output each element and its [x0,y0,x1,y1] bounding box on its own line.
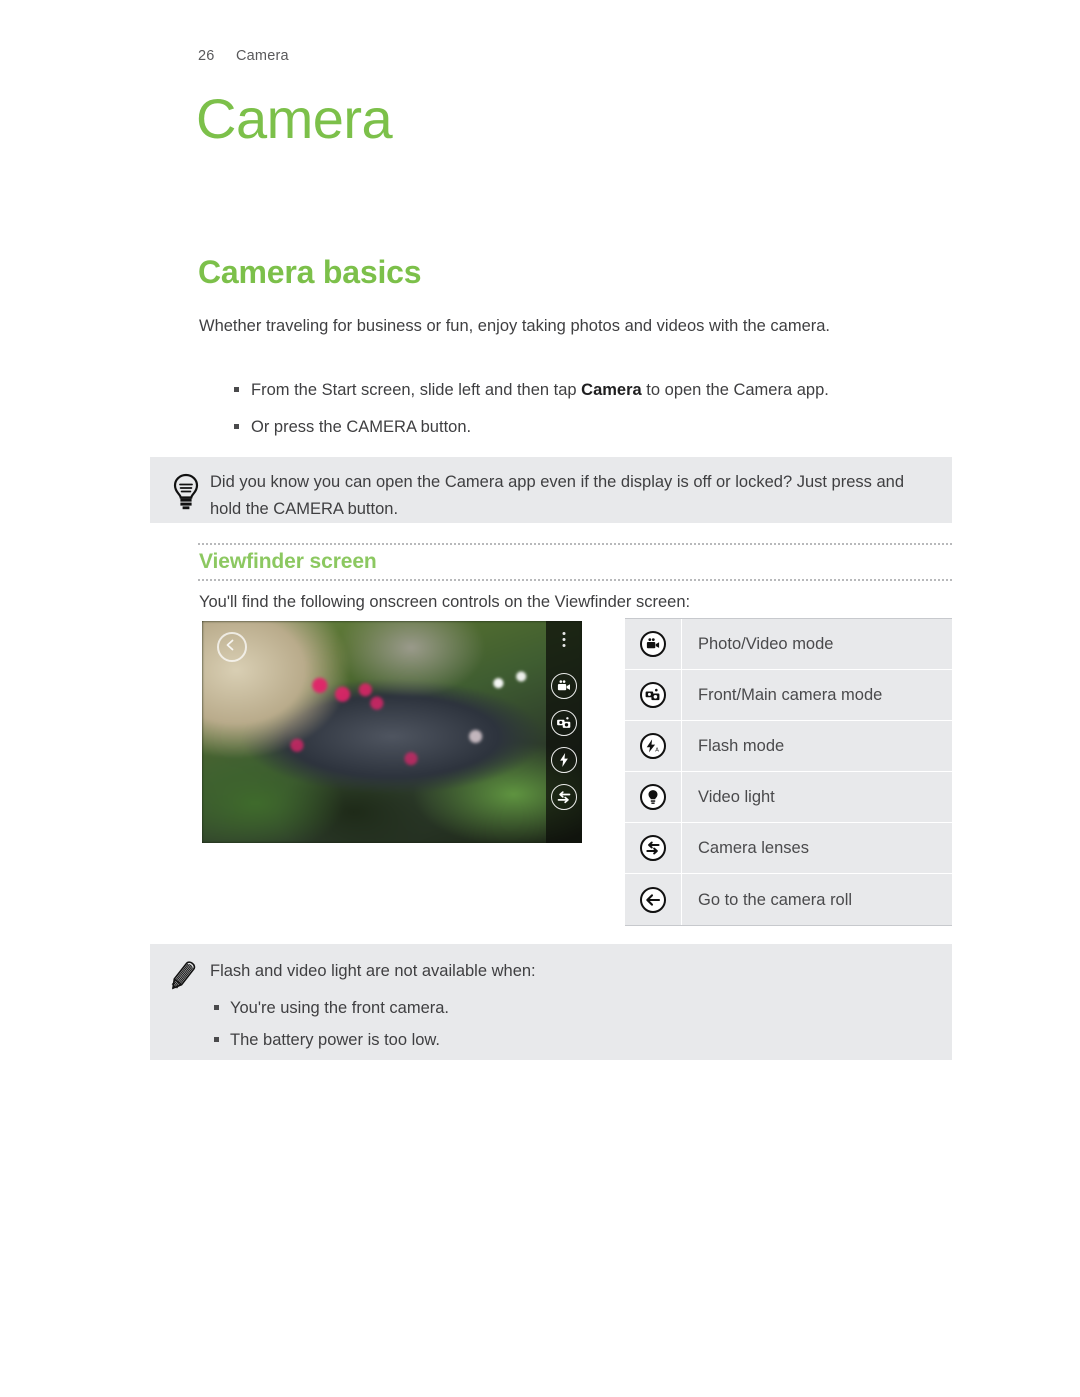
table-cell-icon: A [625,721,682,771]
section-heading-camera-basics: Camera basics [198,254,422,290]
video-light-icon [640,784,666,810]
table-cell-label: Flash mode [698,737,785,755]
camera-lenses-icon [551,784,577,810]
viewfinder-photo [202,621,582,843]
more-dots-icon [562,632,566,650]
page-number: 26 [198,48,215,64]
list-item: The battery power is too low. [210,1029,936,1051]
table-cell-label: Front/Main camera mode [698,686,883,704]
bullet-text-post: to open the Camera app. [641,381,829,399]
table-cell-icon [625,670,682,720]
note-text: Flash and video light are not available … [210,962,536,980]
note-bullet-list: You're using the front camera. The batte… [210,997,936,1051]
table-cell-label: Video light [698,788,775,806]
viewfinder-lede: You'll find the following onscreen contr… [199,593,691,611]
table-row: Go to the camera roll [625,874,952,925]
video-camera-icon [640,631,666,657]
table-cell-icon [625,619,682,669]
list-item: Or press the CAMERA button. [227,415,957,439]
video-camera-icon [551,673,577,699]
section-heading-viewfinder-screen: Viewfinder screen [199,550,377,573]
header-chapter-name: Camera [236,48,289,64]
back-arrow-icon [217,632,247,662]
intro-paragraph: Whether traveling for business or fun, e… [199,317,831,335]
chapter-title: Camera [196,87,393,150]
table-row: A Flash mode [625,721,952,772]
front-main-camera-icon [640,682,666,708]
table-cell-label: Go to the camera roll [698,890,853,909]
table-row: Photo/Video mode [625,619,952,670]
viewfinder-screenshot [202,621,582,843]
rule-bottom [198,579,952,581]
tip-callout: Did you know you can open the Camera app… [150,457,952,523]
pencil-icon [168,958,204,1000]
table-cell-icon [625,823,682,873]
note-callout: Flash and video light are not available … [150,944,952,1060]
bullet-text-pre: From the Start screen, slide left and th… [251,381,582,399]
back-arrow-icon [640,886,666,913]
list-item: From the Start screen, slide left and th… [227,378,957,402]
flash-auto-icon: A [640,733,666,759]
front-main-camera-icon [551,710,577,736]
table-cell-icon [625,772,682,822]
table-cell-icon [625,874,682,925]
table-row: Camera lenses [625,823,952,874]
bullet-text-bold: Camera [581,381,642,399]
bullet-text-pre: Or press the CAMERA button. [251,418,472,436]
list-item: You're using the front camera. [210,997,936,1019]
table-row: Video light [625,772,952,823]
flash-icon [551,747,577,773]
viewfinder-heading-block: Viewfinder screen [198,543,952,581]
table-row: Front/Main camera mode [625,670,952,721]
viewfinder-controls-table: Photo/Video mode Front/Main camera mode [625,618,952,926]
table-cell-label: Photo/Video mode [698,635,834,653]
running-header: 26 Camera [198,48,289,64]
tip-text: Did you know you can open the Camera app… [210,473,905,518]
lightbulb-icon [168,471,204,513]
table-cell-label: Camera lenses [698,839,809,857]
viewfinder-sidebar [546,621,582,843]
document-page: 26 Camera Camera Camera basics Whether tr… [0,0,1080,1397]
svg-text:A: A [655,748,659,753]
basics-bullet-list: From the Start screen, slide left and th… [227,378,957,439]
camera-lenses-icon [640,835,666,861]
